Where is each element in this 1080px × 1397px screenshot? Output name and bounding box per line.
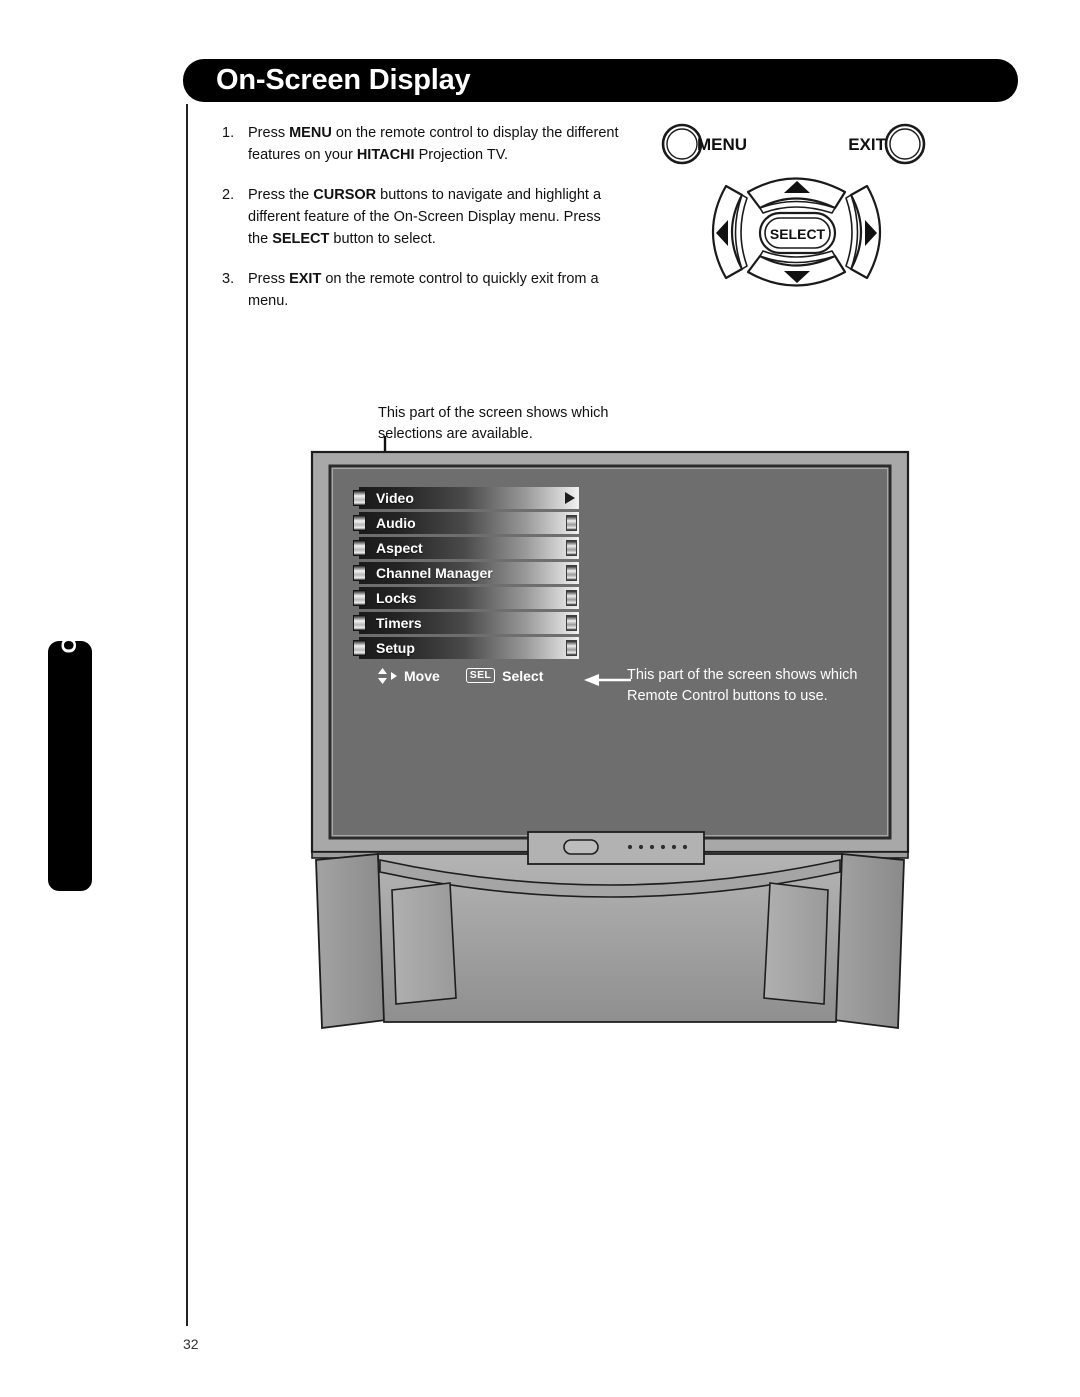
osd-select-label: Select [502, 667, 544, 684]
menu-button[interactable] [661, 123, 703, 165]
osd-menu-item[interactable]: Channel Manager [353, 562, 579, 584]
section-side-tab [48, 641, 92, 891]
instruction-text: Press MENU on the remote control to disp… [248, 125, 619, 164]
osd-menu-item[interactable]: Video [353, 487, 579, 509]
instruction-item: 1. Press MENU on the remote control to di… [222, 122, 622, 166]
cursor-down-button[interactable] [746, 250, 847, 287]
instruction-item: 2. Press the CURSOR buttons to navigate a… [222, 184, 622, 250]
page-number: 32 [183, 1336, 199, 1352]
osd-menu-item-label: Timers [376, 615, 422, 631]
osd-menu-item-label: Channel Manager [376, 565, 493, 581]
osd-item-marker-icon [353, 590, 366, 606]
osd-item-endcap-icon [566, 640, 577, 656]
instruction-list: 1. Press MENU on the remote control to di… [222, 122, 622, 330]
select-button-label: SELECT [770, 226, 826, 242]
osd-menu-item[interactable]: Timers [353, 612, 579, 634]
instruction-number: 2. [222, 187, 235, 204]
right-arrow-icon [391, 671, 397, 680]
osd-item-marker-icon [353, 640, 366, 656]
osd-menu-item-label: Setup [376, 640, 415, 656]
exit-button-label: EXIT [848, 135, 886, 154]
osd-item-marker-icon [353, 615, 366, 631]
osd-menu-item-label: Video [376, 490, 414, 506]
osd-menu-item[interactable]: Aspect [353, 537, 579, 559]
content-divider-rule [186, 104, 188, 1326]
callout-selections-text: This part of the screen shows which sele… [378, 405, 609, 442]
cursor-right-button[interactable] [845, 184, 881, 280]
remote-control-svg: MENU EXIT SELECT [661, 123, 926, 287]
page-title: On-Screen Display [216, 64, 471, 96]
osd-move-label: Move [404, 667, 440, 684]
osd-item-marker-icon [353, 515, 366, 531]
manual-page: On-Screen Display On-Screen Display 1. Pr… [0, 0, 1080, 1397]
chevron-right-icon [565, 492, 575, 504]
tv-left-speaker-wing [315, 853, 387, 1030]
osd-menu-item[interactable]: Audio [353, 512, 579, 534]
osd-menu-item[interactable]: Setup [353, 637, 579, 659]
instruction-number: 3. [222, 271, 235, 288]
remote-control-diagram: MENU EXIT SELECT [650, 115, 950, 315]
osd-item-endcap-icon [566, 615, 577, 631]
osd-item-marker-icon [353, 490, 366, 506]
tv-left-speaker-grille [391, 882, 457, 1005]
tv-control-panel [527, 831, 705, 865]
osd-menu-item-label: Aspect [376, 540, 423, 556]
up-down-arrows-icon [378, 667, 387, 684]
osd-item-endcap-icon [566, 515, 577, 531]
instruction-item: 3. Press EXIT on the remote control to qu… [222, 268, 622, 312]
osd-menu-item-label: Locks [376, 590, 417, 606]
osd-menu-item-label: Audio [376, 515, 416, 531]
instruction-text: Press EXIT on the remote control to quic… [248, 271, 599, 310]
osd-item-endcap-icon [566, 540, 577, 556]
osd-hint-bar: Move SEL Select [359, 662, 579, 689]
osd-sel-key-badge: SEL [465, 668, 496, 683]
tv-right-speaker-wing [833, 853, 905, 1030]
tv-power-button[interactable] [563, 839, 599, 855]
osd-item-marker-icon [353, 540, 366, 556]
instruction-text: Press the CURSOR buttons to navigate and… [248, 187, 602, 248]
instruction-number: 1. [222, 125, 235, 141]
callout-remote-buttons-text: This part of the screen shows which Remo… [627, 667, 858, 704]
osd-item-marker-icon [353, 565, 366, 581]
osd-item-endcap-icon [566, 565, 577, 581]
tv-right-speaker-grille [763, 882, 829, 1005]
osd-menu-item[interactable]: Locks [353, 587, 579, 609]
cursor-left-button[interactable] [712, 184, 748, 280]
callout-remote-buttons-arrow [584, 674, 631, 686]
menu-button-label: MENU [697, 135, 747, 154]
exit-button[interactable] [884, 123, 926, 165]
cursor-up-button[interactable] [746, 177, 847, 214]
osd-menu: Video Audio Aspect Channel Manager Locks Time… [353, 487, 579, 689]
osd-item-endcap-icon [566, 590, 577, 606]
